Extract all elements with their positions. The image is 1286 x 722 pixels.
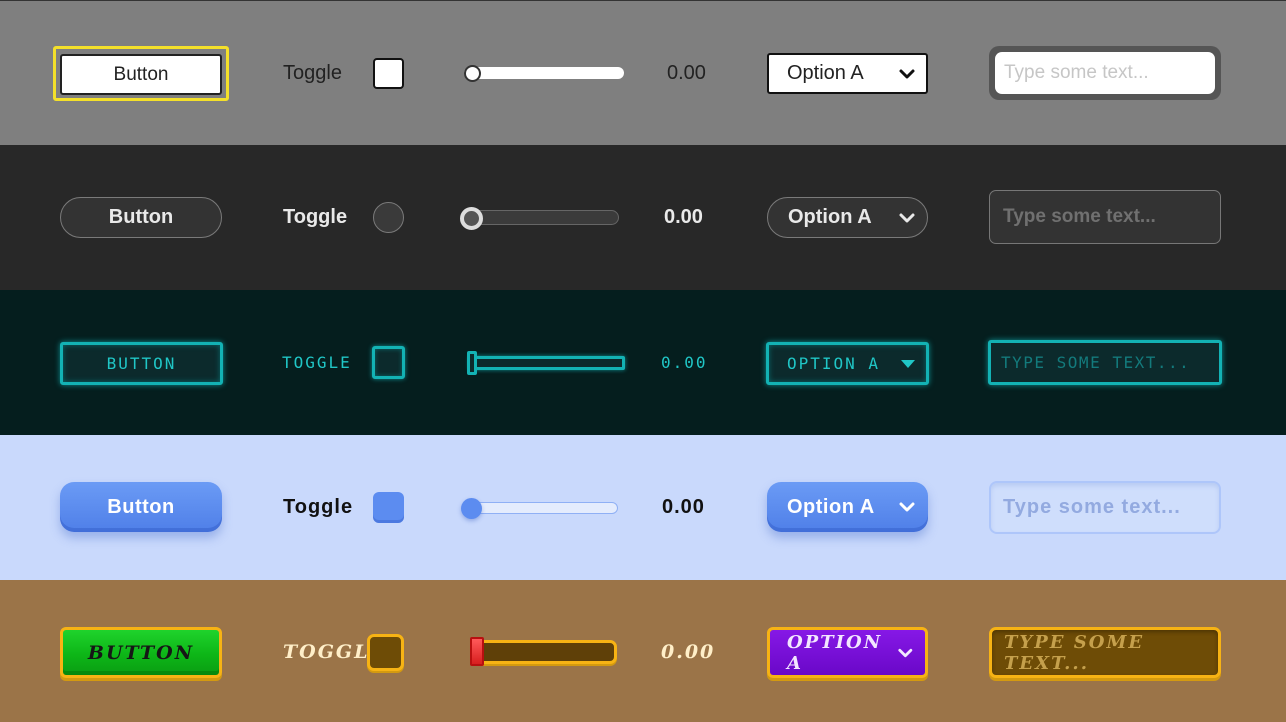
chevron-down-icon xyxy=(899,213,915,222)
text-input-placeholder: TYPE SOME TEXT... xyxy=(1001,353,1191,372)
dropdown-selected: Option A xyxy=(787,62,864,84)
dropdown[interactable]: Option A xyxy=(767,482,928,532)
button[interactable]: Button xyxy=(60,54,222,95)
ui-row-light-blue: Button Toggle 0.00 Option A Type some te… xyxy=(0,435,1286,580)
toggle-label: Toggle xyxy=(283,206,348,228)
slider-track[interactable] xyxy=(462,210,619,225)
text-input-placeholder: TYPE SOME TEXT... xyxy=(1004,631,1145,674)
chevron-down-icon xyxy=(901,359,915,368)
button[interactable]: Button xyxy=(60,197,222,238)
dropdown-selected: OPTION A xyxy=(787,354,881,373)
button[interactable]: BUTTON xyxy=(60,342,223,385)
text-input-placeholder: Type some text... xyxy=(1003,206,1156,227)
text-input-placeholder: Type some text... xyxy=(1003,496,1181,518)
dropdown-selected: Option A xyxy=(788,206,872,228)
button[interactable]: Button xyxy=(60,482,222,532)
dropdown[interactable]: Option A xyxy=(767,53,928,94)
button-focus-outline: Button xyxy=(53,46,229,101)
ui-row-teal: BUTTON TOGGLE 0.00 OPTION A TYPE SOME TE… xyxy=(0,290,1286,435)
toggle-checkbox[interactable] xyxy=(373,202,404,233)
slider-track[interactable] xyxy=(464,502,618,514)
toggle-label: Toggle xyxy=(283,62,342,84)
text-input[interactable]: Type some text... xyxy=(989,481,1221,534)
text-input[interactable]: Type some text... xyxy=(995,52,1215,94)
dropdown-selected: OPTION A xyxy=(787,631,883,674)
text-input-placeholder: Type some text... xyxy=(1004,62,1149,83)
button-label: Button xyxy=(108,206,174,228)
slider-handle[interactable] xyxy=(461,498,482,519)
dropdown-selected: Option A xyxy=(787,495,875,518)
button-label: BUTTON xyxy=(87,641,195,664)
toggle-checkbox[interactable] xyxy=(373,492,404,523)
slider-track[interactable] xyxy=(471,640,617,664)
chevron-down-icon xyxy=(899,69,915,78)
text-input[interactable]: TYPE SOME TEXT... xyxy=(988,340,1222,385)
text-input[interactable]: Type some text... xyxy=(989,190,1221,244)
dropdown[interactable]: Option A xyxy=(767,197,928,238)
text-input-frame: Type some text... xyxy=(989,46,1221,100)
dropdown[interactable]: OPTION A xyxy=(767,627,928,678)
ui-row-dark: Button Toggle 0.00 Option A Type some te… xyxy=(0,145,1286,290)
slider-value: 0.00 xyxy=(664,206,703,228)
ui-row-default: Button Toggle 0.00 Option A Type some te… xyxy=(0,0,1286,145)
slider-handle[interactable] xyxy=(464,65,481,82)
dropdown[interactable]: OPTION A xyxy=(766,342,929,385)
toggle-checkbox[interactable] xyxy=(367,634,404,671)
slider-value: 0.00 xyxy=(667,62,706,84)
toggle-label: Toggle xyxy=(283,496,354,518)
button-label: Button xyxy=(107,495,175,518)
text-input[interactable]: TYPE SOME TEXT... xyxy=(989,627,1221,678)
slider-track[interactable] xyxy=(469,356,625,370)
slider-value: 0.00 xyxy=(661,353,708,372)
slider-value: 0.00 xyxy=(661,641,716,663)
toggle-label: TOGGLE xyxy=(282,353,352,372)
slider-handle[interactable] xyxy=(470,637,484,666)
slider-track[interactable] xyxy=(464,67,624,79)
chevron-down-icon xyxy=(899,502,915,512)
chevron-down-icon xyxy=(898,648,913,657)
button[interactable]: BUTTON xyxy=(60,627,222,678)
slider-handle[interactable] xyxy=(467,351,477,375)
slider-handle[interactable] xyxy=(460,207,483,230)
toggle-checkbox[interactable] xyxy=(372,346,405,379)
toggle-checkbox[interactable] xyxy=(373,58,404,89)
ui-row-game: BUTTON TOGGLE 0.00 OPTION A TYPE SOME TE… xyxy=(0,580,1286,722)
button-label: BUTTON xyxy=(106,354,177,373)
slider-value: 0.00 xyxy=(662,496,705,518)
button-label: Button xyxy=(113,63,169,85)
